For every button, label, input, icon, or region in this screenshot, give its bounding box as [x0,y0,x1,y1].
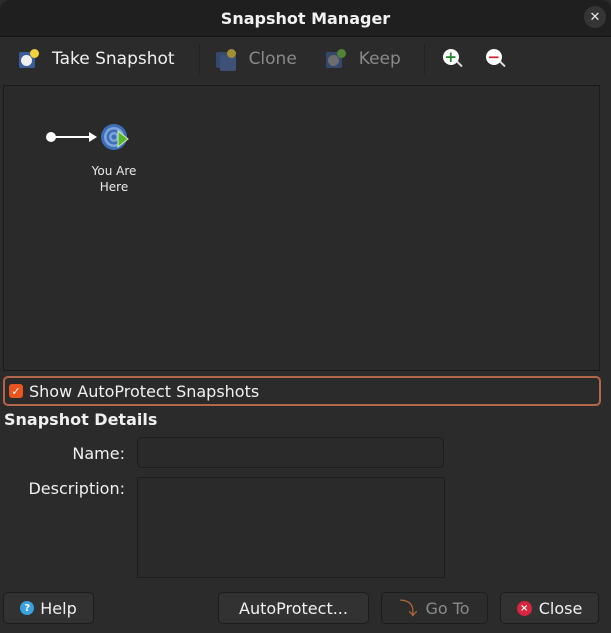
help-button[interactable]: ? Help [3,592,94,624]
name-label: Name: [72,444,125,463]
toolbar: Take Snapshot Clone Keep + − [0,37,611,81]
title-bar: Snapshot Manager ✕ [0,0,611,37]
you-are-here-label: You Are Here [91,164,137,194]
checkbox-checked-icon[interactable]: ✓ [9,384,23,398]
autoprotect-button[interactable]: AutoProtect... [218,592,369,624]
help-icon: ? [20,601,35,615]
description-field[interactable] [137,477,445,578]
clone-icon [215,49,236,71]
tree-edge-arrow [89,132,97,142]
close-circle-icon: × [516,600,532,616]
close-label: Close [538,598,583,618]
close-icon: ✕ [589,9,601,25]
help-label: Help [40,598,77,618]
zoom-out-button[interactable]: − [485,49,506,69]
show-autoprotect-checkbox[interactable]: ✓ Show AutoProtect Snapshots [3,376,601,406]
keep-button[interactable]: Keep [325,49,401,69]
window-close-button[interactable]: ✕ [584,6,606,28]
window-title: Snapshot Manager [220,8,391,28]
tree-edge [54,136,90,138]
keep-icon [325,49,346,69]
snapshot-details-heading: Snapshot Details [4,410,158,429]
take-snapshot-button[interactable]: Take Snapshot [18,49,175,69]
take-snapshot-label: Take Snapshot [52,49,175,69]
close-button[interactable]: × Close [500,592,599,624]
toolbar-separator [198,44,200,74]
autoprotect-label: AutoProtect... [239,598,348,618]
toolbar-separator [423,44,425,74]
zoom-in-button[interactable]: + [442,49,463,69]
goto-label: Go To [425,598,470,618]
name-field[interactable] [137,437,444,468]
goto-button[interactable]: ⤵ Go To [381,592,488,624]
description-label: Description: [28,479,125,498]
goto-icon: ⤵ [399,599,418,620]
show-autoprotect-label: Show AutoProtect Snapshots [29,381,260,401]
keep-label: Keep [358,49,401,69]
snapshot-tree-canvas[interactable]: You Are Here [3,85,600,371]
take-snapshot-icon [18,49,39,69]
clone-button[interactable]: Clone [215,49,297,71]
you-are-here-icon[interactable] [100,123,130,153]
clone-label: Clone [248,49,297,69]
